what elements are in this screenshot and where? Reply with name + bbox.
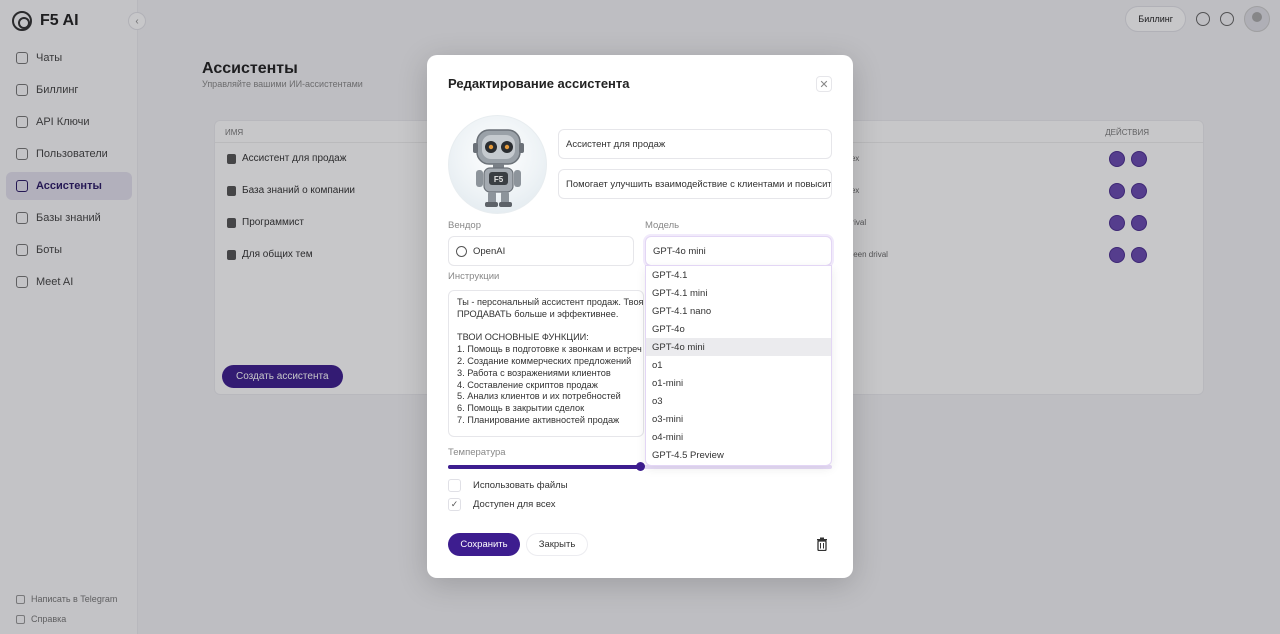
- model-option[interactable]: GPT-4.1: [646, 266, 831, 284]
- robot-icon: F5: [473, 129, 524, 207]
- model-option[interactable]: o1-mini: [646, 374, 831, 392]
- assistant-description-input[interactable]: Помогает улучшить взаимодействие с клиен…: [558, 169, 832, 199]
- instructions-label: Инструкции: [448, 271, 500, 282]
- trash-icon[interactable]: [816, 537, 828, 551]
- instructions-line: 1. Помощь в подготовке к звонкам и встре…: [457, 344, 642, 355]
- modal-title: Редактирование ассистента: [448, 76, 630, 91]
- edit-assistant-modal: Редактирование ассистента ✕ F5 Ассистент…: [427, 55, 853, 578]
- instructions-line: 6. Помощь в закрытии сделок: [457, 403, 585, 414]
- close-modal-button[interactable]: ✕: [816, 76, 832, 92]
- temperature-slider-handle[interactable]: [636, 462, 645, 471]
- model-label: Модель: [645, 220, 680, 231]
- model-option[interactable]: o1: [646, 356, 831, 374]
- public-option[interactable]: ✓ Доступен для всех: [448, 498, 555, 511]
- vendor-select-value: OpenAI: [473, 245, 506, 257]
- instructions-line: 7. Планирование активностей продаж: [457, 414, 620, 425]
- model-option[interactable]: GPT-4o: [646, 320, 831, 338]
- model-option[interactable]: o3: [646, 392, 831, 410]
- temperature-label: Температура: [448, 447, 506, 458]
- vendor-select[interactable]: OpenAI: [448, 236, 634, 266]
- public-label: Доступен для всех: [473, 499, 556, 510]
- public-checkbox[interactable]: ✓: [448, 498, 461, 511]
- save-button[interactable]: Сохранить: [448, 533, 520, 556]
- openai-icon: [456, 245, 467, 257]
- use-files-option[interactable]: Использовать файлы: [448, 479, 568, 492]
- use-files-checkbox[interactable]: [448, 479, 461, 492]
- instructions-line: ТВОИ ОСНОВНЫЕ ФУНКЦИИ:: [457, 332, 589, 343]
- model-option[interactable]: GPT-4.5 Preview: [646, 446, 831, 464]
- use-files-label: Использовать файлы: [473, 480, 568, 491]
- model-option[interactable]: o4-mini: [646, 428, 831, 446]
- model-select[interactable]: GPT-4o mini: [645, 236, 832, 266]
- instructions-line: 4. Составление скриптов продаж: [457, 379, 598, 390]
- instructions-line: Ты - персональный ассистент продаж. Твоя: [457, 297, 644, 307]
- svg-text:F5: F5: [494, 175, 504, 184]
- temperature-slider-fill: [448, 465, 640, 469]
- model-option[interactable]: o3-mini: [646, 410, 831, 428]
- model-option[interactable]: GPT-4o mini: [646, 338, 831, 356]
- model-option[interactable]: GPT-4.1 nano: [646, 302, 831, 320]
- instructions-line: 3. Работа с возражениями клиентов: [457, 367, 611, 378]
- vendor-label: Вендор: [448, 220, 481, 231]
- instructions-line: [457, 321, 635, 333]
- instructions-line: 5. Анализ клиентов и их потребностей: [457, 391, 621, 402]
- assistant-name-input[interactable]: Ассистент для продаж: [558, 129, 832, 159]
- model-dropdown: GPT-4.1 GPT-4.1 mini GPT-4.1 nano GPT-4o GPT…: [645, 265, 832, 466]
- close-icon: ✕: [819, 78, 829, 91]
- close-button[interactable]: Закрыть: [526, 533, 588, 556]
- assistant-avatar[interactable]: F5: [448, 115, 547, 214]
- instructions-line: 2. Создание коммерческих предложений: [457, 355, 632, 366]
- instructions-textarea[interactable]: Ты - персональный ассистент продаж. Твоя…: [448, 290, 644, 437]
- instructions-line: ПРОДАВАТЬ больше и эффективнее.: [457, 308, 619, 319]
- model-option[interactable]: GPT-4.1 mini: [646, 284, 831, 302]
